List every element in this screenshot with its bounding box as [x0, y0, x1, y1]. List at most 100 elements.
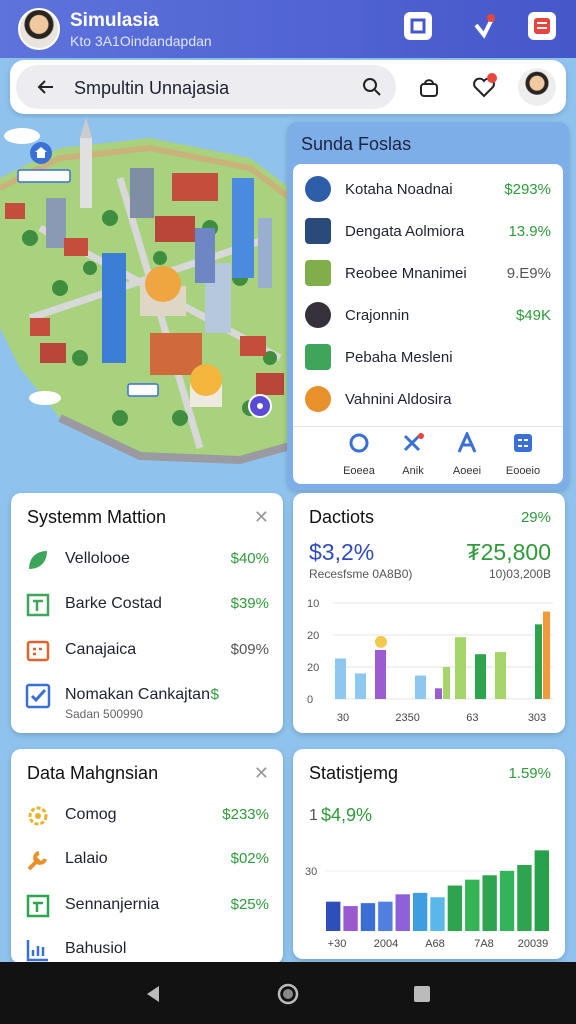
statistics-card: Statistjemg 1.59% 1 $4,9% 30 +30 2004 A68 7A… [293, 749, 565, 959]
checkbox-icon [25, 683, 51, 709]
tab-aoeei[interactable]: Aoeei [437, 430, 497, 477]
bar [326, 901, 341, 931]
x-tick-label: 2350 [395, 712, 419, 724]
list-item[interactable]: Barke Costad $39% [25, 588, 269, 624]
wrench-icon [27, 851, 47, 871]
list-item-label: Lalaio [65, 850, 108, 867]
bar [335, 658, 346, 699]
city-map[interactable] [0, 118, 290, 480]
bookmark-icon[interactable] [404, 12, 432, 40]
list-item-value: $293% [504, 181, 551, 198]
bar [435, 688, 442, 699]
search-input[interactable]: Smpultin Unnajasia [16, 65, 396, 109]
tab-eooeio[interactable]: Eooeio [493, 432, 553, 477]
list-item-value: $09% [230, 641, 269, 658]
list-item-value: $39% [230, 595, 269, 612]
list-item[interactable]: Dengata Aolmiora 13.9% [293, 212, 563, 252]
list-item-label: Reobee Mnanimei [345, 265, 467, 282]
back-icon[interactable] [140, 982, 164, 1006]
list-item[interactable]: Nomakan Cankajtan $ Sadan 500990 [25, 679, 269, 723]
list-item[interactable]: Canajaica $09% [25, 634, 269, 670]
marker-point [375, 635, 387, 648]
card-big-value: $4,9% [321, 805, 373, 825]
home-icon[interactable] [276, 982, 300, 1006]
close-icon[interactable]: ✕ [254, 507, 269, 528]
bar [475, 654, 486, 699]
profile-avatar[interactable] [518, 68, 556, 106]
x-tick-label: 63 [466, 712, 478, 724]
notifications-icon[interactable] [528, 12, 556, 40]
list-item[interactable]: Sennanjernia $25% [25, 889, 269, 925]
list-item-label: Pebaha Mesleni [345, 349, 453, 366]
panel-tabs: Eoeea Anik Aoeei Eooeio [293, 430, 563, 482]
card-big-value-right: ₮25,800 [466, 539, 551, 565]
list-item[interactable]: Kotaha Noadnai $293% [293, 170, 563, 210]
dome-icon [305, 176, 331, 202]
data-card: Data Mahgnsian ✕ Comog $233% Lalaio $02%… [11, 749, 283, 964]
y-tick-label: 30 [305, 866, 317, 878]
location-marker-icon[interactable] [248, 394, 272, 418]
search-icon[interactable] [360, 75, 384, 99]
close-icon[interactable]: ✕ [254, 763, 269, 784]
statistics-bar-chart: 30 +30 2004 A68 7A8 20039 [305, 850, 553, 950]
list-item[interactable]: Reobee Mnanimei 9.E9% [293, 254, 563, 294]
list-item-label: Vahnini Aldosira [345, 391, 452, 408]
bar [455, 637, 466, 699]
back-arrow-icon[interactable] [34, 75, 58, 99]
list-item[interactable]: Vellolooe $40% [25, 543, 269, 579]
list-item-label: Bahusiol [65, 940, 127, 957]
calendar-icon [26, 640, 50, 662]
list-item-value: $233% [222, 806, 269, 823]
list-item-value: $40% [230, 550, 269, 567]
bar [534, 850, 549, 931]
tab-label: Eooeio [505, 465, 541, 477]
map-pin-icon[interactable] [30, 142, 52, 164]
tab-anik[interactable]: Anik [383, 432, 443, 477]
share-icon[interactable] [470, 12, 498, 40]
bar [543, 611, 550, 699]
leaf-icon [29, 551, 47, 569]
search-query: Smpultin Unnajasia [74, 78, 230, 98]
divider [293, 426, 563, 427]
favorite-icon[interactable] [468, 72, 500, 102]
list-item[interactable]: Comog $233% [25, 799, 269, 835]
list-item-label: Barke Costad [65, 595, 162, 612]
grid-icon [514, 434, 532, 452]
y-tick-label: 0 [307, 694, 313, 706]
x-tick-label: A68 [425, 938, 445, 950]
list-item[interactable]: Pebaha Mesleni [293, 338, 563, 378]
dactiots-bar-chart: 10 20 20 0 30 2350 63 303 [307, 599, 553, 724]
user-avatar[interactable] [18, 8, 60, 50]
monument-icon [305, 386, 331, 412]
recents-icon[interactable] [410, 982, 434, 1006]
letter-a-icon [457, 430, 477, 453]
bar [499, 870, 515, 931]
list-item-label: Crajonnin [345, 307, 410, 324]
dactiots-card: Dactiots 29% $3,2% ₮25,800 Recesfsme 0A8… [293, 493, 565, 733]
y-tick-label: 20 [307, 630, 319, 642]
list-item[interactable]: Lalaio $02% [25, 843, 269, 879]
x-tick-label: 20039 [518, 938, 549, 950]
bag-icon[interactable] [415, 74, 443, 102]
x-tick-label: 30 [337, 712, 349, 724]
bar [412, 892, 428, 931]
top-app-bar: Simulasia Kto 3A1Oindandapdan [0, 0, 576, 58]
park-icon [305, 260, 331, 286]
bar [447, 885, 463, 931]
card-title: Systemm Mattion [27, 507, 167, 527]
card-sub-right: 10)03,200B [488, 567, 551, 581]
tool-icon [403, 433, 424, 452]
list-item[interactable]: Crajonnin $49K [293, 296, 563, 336]
x-tick-label: 2004 [374, 938, 398, 950]
list-item-label: Kotaha Noadnai [345, 181, 453, 198]
list-item-label: Sennanjernia [65, 896, 160, 913]
list-item[interactable]: Vahnini Aldosira [293, 380, 563, 420]
card-title: Statistjemg [309, 763, 399, 783]
bar-chart-icon [26, 940, 48, 962]
document-icon [26, 593, 50, 617]
sunda-panel: Sunda Foslas Kotaha Noadnai $293% Dengat… [287, 122, 569, 490]
list-item-value: $02% [230, 850, 269, 867]
card-big-value-left: $3,2% [309, 539, 375, 565]
tab-eoeea[interactable]: Eoeea [329, 432, 389, 477]
x-tick-label: 7A8 [474, 938, 494, 950]
